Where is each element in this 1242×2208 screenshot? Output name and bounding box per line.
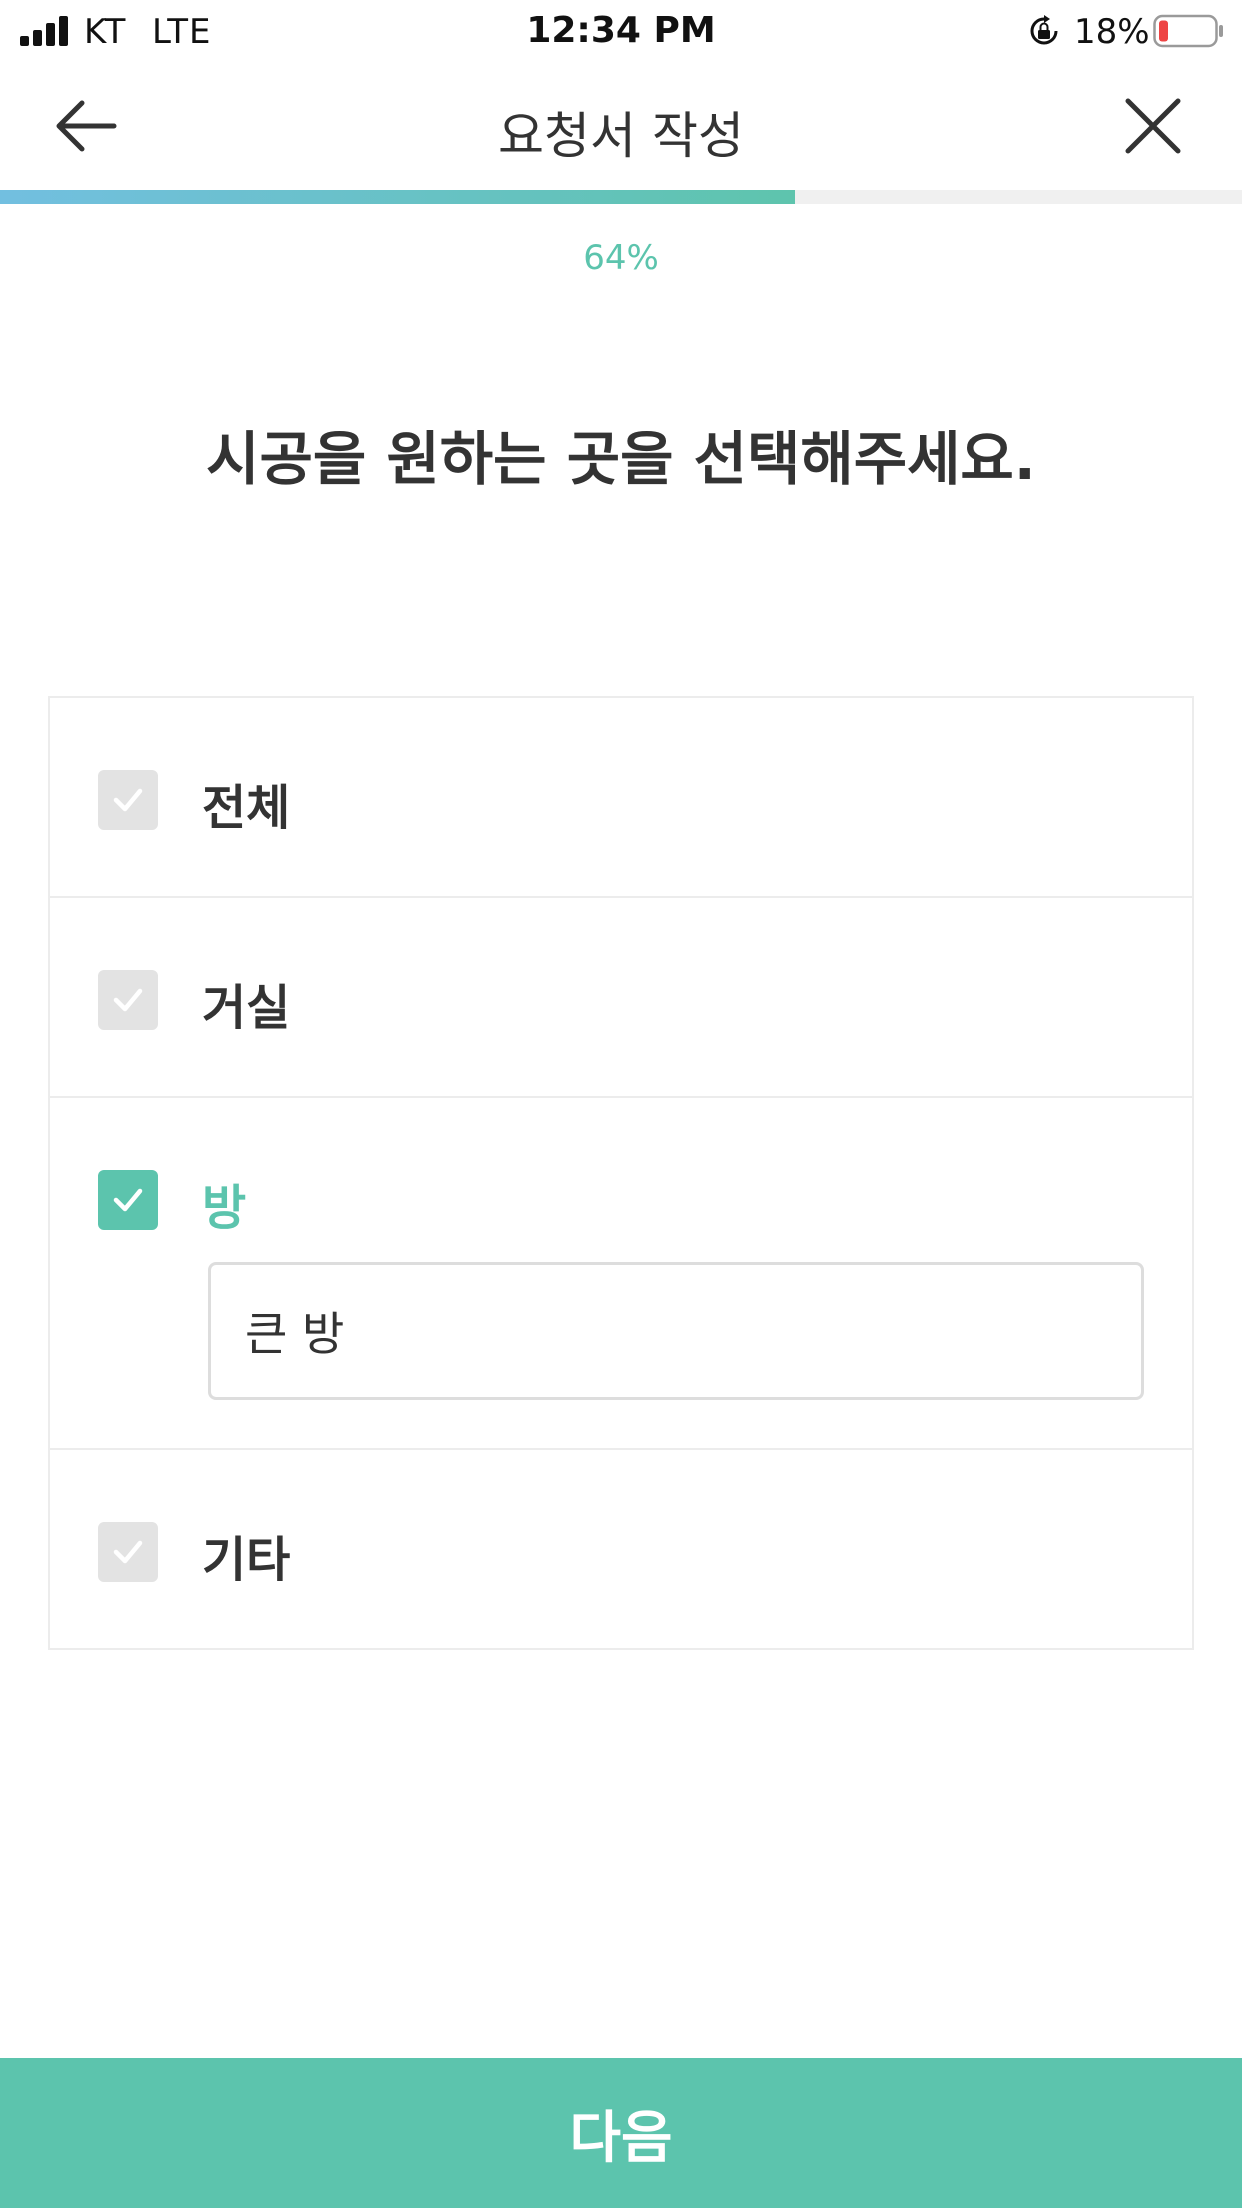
room-detail-input[interactable] <box>208 1262 1144 1400</box>
progress-label: 64% <box>583 238 659 278</box>
option-list: 전체 거실 방 기타 <box>48 696 1194 1650</box>
option-label: 기타 <box>202 1532 291 1588</box>
status-bar: KT LTE 12:34 PM 18% <box>0 0 1242 62</box>
check-icon <box>113 788 143 812</box>
checkbox[interactable] <box>98 970 158 1030</box>
check-icon <box>113 1540 143 1564</box>
question-title: 시공을 원하는 곳을 선택해주세요. <box>206 425 1036 493</box>
page-title: 요청서 작성 <box>498 107 744 165</box>
next-button[interactable]: 다음 <box>0 2058 1242 2208</box>
check-icon <box>113 988 143 1012</box>
option-other[interactable]: 기타 <box>50 1450 1192 1648</box>
option-room[interactable]: 방 <box>50 1098 1192 1450</box>
checkbox[interactable] <box>98 770 158 830</box>
nav-bar: 요청서 작성 <box>0 62 1242 190</box>
close-button[interactable] <box>1118 92 1188 160</box>
option-living-room[interactable]: 거실 <box>50 898 1192 1098</box>
option-label: 거실 <box>202 980 291 1036</box>
battery-icon <box>1153 14 1223 48</box>
progress-fill <box>0 190 795 204</box>
checkbox[interactable] <box>98 1522 158 1582</box>
check-icon <box>113 1188 143 1212</box>
progress-bar <box>0 190 1242 204</box>
option-all[interactable]: 전체 <box>50 698 1192 898</box>
checkbox-checked[interactable] <box>98 1170 158 1230</box>
option-label: 전체 <box>202 780 291 836</box>
close-icon <box>1125 98 1181 154</box>
option-label: 방 <box>202 1180 247 1236</box>
orientation-lock-icon <box>1030 15 1058 45</box>
battery-percentage: 18% <box>1074 12 1150 52</box>
